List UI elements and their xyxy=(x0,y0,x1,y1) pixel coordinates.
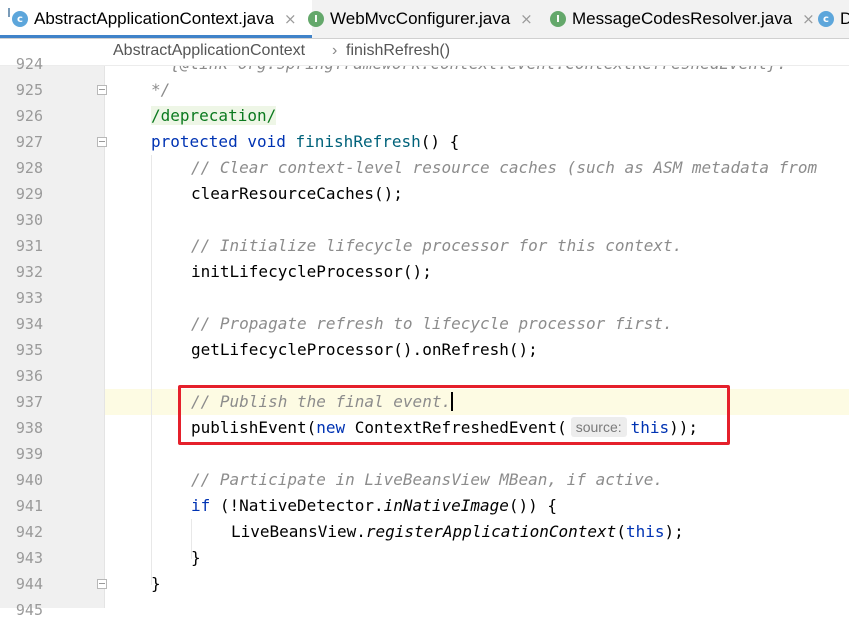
tab-partial[interactable]: c D xyxy=(818,0,849,38)
line-number: 930 xyxy=(15,211,43,229)
method-name: registerApplicationContext xyxy=(365,522,617,541)
line-number: 940 xyxy=(15,471,43,489)
line-number: 944 xyxy=(15,575,43,593)
line-number: 942 xyxy=(15,523,43,541)
breadcrumb-class[interactable]: AbstractApplicationContext xyxy=(113,42,305,60)
line-number: 943 xyxy=(15,549,43,567)
class-icon: c xyxy=(818,11,834,27)
code-line-944: } xyxy=(151,574,161,593)
code-text: ( xyxy=(616,522,626,541)
line-number: 933 xyxy=(15,289,43,307)
line-number: 938 xyxy=(15,419,43,437)
close-icon[interactable]: × xyxy=(802,10,815,28)
code-text: (!NativeDetector. xyxy=(210,496,384,515)
line-number: 932 xyxy=(15,263,43,281)
code-line-927: protected void finishRefresh() { xyxy=(151,129,459,155)
annotation-highlight-box xyxy=(178,385,730,445)
method-name: inNativeImage xyxy=(383,496,509,515)
code-line-929: clearResourceCaches(); xyxy=(191,184,403,203)
keyword: if xyxy=(191,496,211,515)
tab-label: D xyxy=(840,9,849,29)
line-number: 945 xyxy=(15,601,43,619)
line-number: 935 xyxy=(15,341,43,359)
deprecation-annotation: /deprecation/ xyxy=(151,106,277,125)
interface-icon: I xyxy=(550,11,566,27)
code-text: ); xyxy=(664,522,684,541)
line-number: 941 xyxy=(15,497,43,515)
code-line-940: // Participate in LiveBeansView MBean, i… xyxy=(191,470,664,489)
tab-message-codes-resolver[interactable]: I MessageCodesResolver.java × xyxy=(550,0,815,38)
tab-label: AbstractApplicationContext.java xyxy=(34,9,275,28)
line-number: 925 xyxy=(15,81,43,99)
line-number: 936 xyxy=(15,367,43,385)
keyword: this xyxy=(625,522,665,541)
breadcrumb: AbstractApplicationContext › finishRefre… xyxy=(0,39,849,66)
line-number: 927 xyxy=(15,133,43,151)
line-number: 934 xyxy=(15,315,43,333)
code-line-928: // Clear context-level resource caches (… xyxy=(191,158,818,177)
code-text: LiveBeansView. xyxy=(231,522,366,541)
code-editor[interactable]: * {@link org.springframework.context.eve… xyxy=(105,66,849,608)
line-number: 939 xyxy=(15,445,43,463)
breadcrumb-method[interactable]: finishRefresh() xyxy=(346,42,450,60)
indent-guide xyxy=(151,155,152,585)
code-line-932: initLifecycleProcessor(); xyxy=(191,262,432,281)
keyword: void xyxy=(247,132,286,151)
line-number: 931 xyxy=(15,237,43,255)
close-icon[interactable]: × xyxy=(284,10,297,28)
method-name: finishRefresh xyxy=(295,132,421,151)
tab-web-mvc-configurer[interactable]: I WebMvcConfigurer.java × xyxy=(308,0,540,38)
code-line-943: } xyxy=(191,548,201,567)
code-line-934: // Propagate refresh to lifecycle proces… xyxy=(191,314,673,333)
tab-label: WebMvcConfigurer.java xyxy=(330,9,511,28)
code-line-925: */ xyxy=(151,80,171,99)
code-line-924: * {@link org.springframework.context.eve… xyxy=(151,66,787,77)
line-number: 937 xyxy=(15,393,43,411)
code-line-931: // Initialize lifecycle processor for th… xyxy=(191,236,683,255)
line-number: 924 xyxy=(15,55,43,73)
close-icon[interactable]: × xyxy=(520,10,533,28)
line-number: 929 xyxy=(15,185,43,203)
line-number: 928 xyxy=(15,159,43,177)
code-line-926: /deprecation/ xyxy=(151,103,277,129)
code-text: () { xyxy=(420,132,460,151)
tab-label: MessageCodesResolver.java xyxy=(572,9,793,28)
breadcrumb-separator: › xyxy=(332,42,338,59)
code-line-935: getLifecycleProcessor().onRefresh(); xyxy=(191,340,538,359)
line-number: 926 xyxy=(15,107,43,125)
code-line-941: if (!NativeDetector.inNativeImage()) { xyxy=(191,493,557,519)
code-text: ()) { xyxy=(508,496,558,515)
interface-icon: I xyxy=(308,11,324,27)
code-line-942: LiveBeansView.registerApplicationContext… xyxy=(231,519,684,545)
tab-abstract-application-context[interactable]: c AbstractApplicationContext.java × xyxy=(0,0,312,38)
keyword: protected xyxy=(151,132,238,151)
editor-tab-bar: c AbstractApplicationContext.java × I We… xyxy=(0,0,849,39)
class-icon: c xyxy=(8,8,28,27)
line-number-gutter[interactable]: 924 925 926 927 928 929 930 931 932 933 … xyxy=(0,55,107,619)
